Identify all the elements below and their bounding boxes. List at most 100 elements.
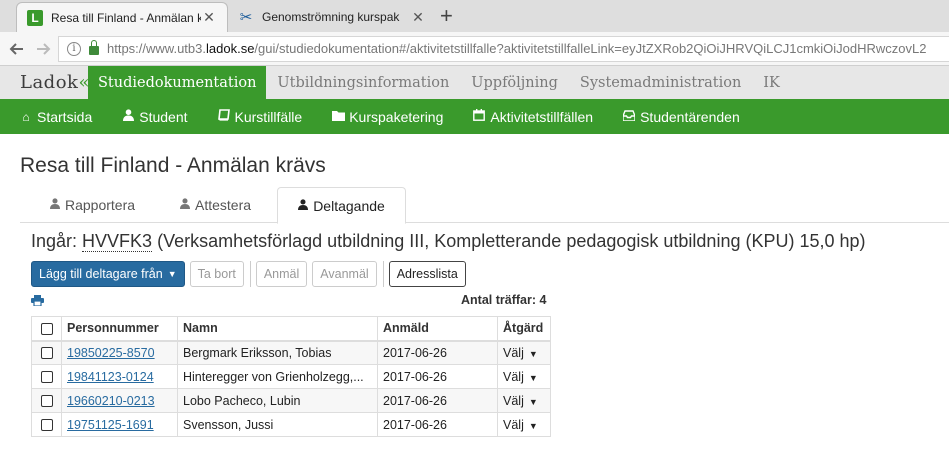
tab-label: Rapportera [65,197,136,213]
row-select-cell [31,412,62,437]
action-dropdown[interactable]: Välj ▼ [503,394,538,408]
participant-name: Svensson, Jussi [183,417,274,432]
action-label: Välj [503,369,524,384]
tab-label: Attestera [195,197,252,213]
tab-attestera[interactable]: Attestera [168,187,263,223]
pnr-cell: 19850225-8570 [61,340,178,365]
url-domain: ladok.se [206,41,255,56]
col-header-anmald[interactable]: Anmäld [377,316,498,342]
pnr-link[interactable]: 19841123-0124 [67,370,154,384]
subnav-kurspaketering[interactable]: Kurspaketering [332,109,443,125]
back-arrow-icon[interactable] [6,38,28,60]
nav-systemadministration[interactable]: Systemadministration [569,66,752,99]
pnr-cell: 19660210-0213 [61,388,178,413]
nav-uppfoljning[interactable]: Uppföljning [460,66,569,99]
course-code[interactable]: HVVFK3 [82,231,153,252]
select-all-checkbox[interactable] [40,322,53,335]
browser-tab-genomstromning[interactable]: ✂ Genomströmning kurspak ✕ [228,2,436,32]
caret-down-icon: ▼ [528,396,538,407]
row-select-cell [31,388,62,413]
close-tab-icon[interactable]: ✕ [410,9,426,26]
participant-name: Lobo Pacheco, Lubin [183,393,301,408]
address-list-button[interactable]: Adresslista [388,261,466,287]
action-dropdown[interactable]: Välj ▼ [503,346,538,360]
nav-ik[interactable]: IK [752,66,791,99]
remove-button[interactable]: Ta bort [189,261,244,287]
row-checkbox[interactable] [40,371,53,384]
row-checkbox[interactable] [40,419,53,432]
info-icon[interactable]: i [67,41,81,56]
action-dropdown[interactable]: Välj ▼ [503,370,538,384]
pnr-cell: 19751125-1691 [61,412,178,437]
folder-icon [332,110,346,124]
lock-icon [89,40,99,55]
participants-table: Personnummer Namn Anmäld Åtgärd 19850225… [31,316,551,437]
action-cell: Välj ▼ [497,364,551,389]
logo-text: Ladok [20,72,79,93]
subnav-student[interactable]: Student [122,109,188,125]
subnav-label: Studentärenden [640,108,740,125]
subnav-startsida[interactable]: ⌂ Startsida [20,109,92,125]
page-tabs: Rapportera Attestera Deltagande [20,187,949,224]
name-cell: Hinteregger von Grienholzegg,... [177,364,378,389]
tab-rapportera[interactable]: Rapportera [38,187,147,223]
row-checkbox[interactable] [40,347,53,360]
forward-arrow-icon[interactable] [32,38,54,60]
col-header-personnummer[interactable]: Personnummer [61,316,178,342]
book-icon [217,109,230,124]
caret-down-icon: ▼ [528,348,538,359]
register-button[interactable]: Anmäl [255,261,308,287]
subnav-label: Kurstillfälle [234,108,303,125]
subnav-kurstillfalle[interactable]: Kurstillfälle [217,108,303,125]
browser-tab-title: Resa till Finland - Anmälan kr [51,10,201,25]
address-bar: i https://www.utb3. ladok.se/gui/studiedo… [0,32,949,66]
nav-utbildningsinformation[interactable]: Utbildningsinformation [266,66,460,99]
action-dropdown[interactable]: Välj ▼ [503,418,538,432]
subnav-aktivitetstillfallen[interactable]: Aktivitetstillfällen [473,109,593,125]
course-context: Ingår: HVVFK3 (Verksamhetsförlagd utbild… [31,231,866,252]
user-icon [122,109,134,124]
course-name: (Verksamhetsförlagd utbildning III, Komp… [157,231,866,251]
user-icon [180,198,190,212]
new-tab-icon[interactable]: + [440,4,453,28]
url-suffix: /gui/studiedokumentation#/aktivitetstill… [254,41,927,56]
pnr-link[interactable]: 19850225-8570 [67,346,155,360]
row-select-cell [31,340,62,365]
subnav-label: Startsida [37,108,93,125]
caret-down-icon: ▼ [528,372,538,383]
ingar-label: Ingår: [31,231,78,251]
inbox-icon [622,109,636,124]
tab-label: Deltagande [313,197,385,214]
unregister-button[interactable]: Avanmäl [312,261,377,287]
close-tab-icon[interactable]: ✕ [201,9,217,26]
nav-studiedokumentation[interactable]: Studiedokumentation [88,66,267,99]
pnr-link[interactable]: 19660210-0213 [67,394,155,408]
participant-name: Bergmark Eriksson, Tobias [183,346,332,361]
action-cell: Välj ▼ [497,412,551,437]
row-select-cell [31,364,62,389]
pnr-link[interactable]: 19751125-1691 [67,418,154,432]
col-header-namn[interactable]: Namn [177,316,378,342]
action-cell: Välj ▼ [497,340,551,365]
url-prefix: https://www.utb3. [107,41,206,56]
ladok-logo[interactable]: Ladok « [0,66,89,99]
action-label: Välj [503,417,524,432]
row-checkbox[interactable] [40,395,53,408]
table-row: 19841123-0124 Hinteregger von Grienholze… [31,364,551,389]
name-cell: Lobo Pacheco, Lubin [177,388,378,413]
tab-deltagande[interactable]: Deltagande [277,187,406,224]
subnav-studentarenden[interactable]: Studentärenden [622,108,740,125]
action-toolbar: Lägg till deltagare från ▼ Ta bort Anmäl… [31,261,471,287]
add-participant-button[interactable]: Lägg till deltagare från ▼ [31,261,185,287]
url-field[interactable]: i https://www.utb3. ladok.se/gui/studiedo… [58,35,949,62]
print-icon[interactable] [31,294,44,307]
date-cell: 2017-06-26 [377,388,498,413]
calendar-icon [473,109,486,124]
date-cell: 2017-06-26 [377,412,498,437]
col-header-atgard: Åtgärd [497,316,551,342]
toolbar-divider [249,261,251,287]
action-label: Välj [503,345,524,360]
browser-tab-ladok[interactable]: L Resa till Finland - Anmälan kr ✕ [16,2,228,32]
table-row: 19751125-1691 Svensson, Jussi 2017-06-26… [31,412,551,437]
sub-nav: ⌂ Startsida Student Kurstillfälle Kurspa… [0,99,949,134]
